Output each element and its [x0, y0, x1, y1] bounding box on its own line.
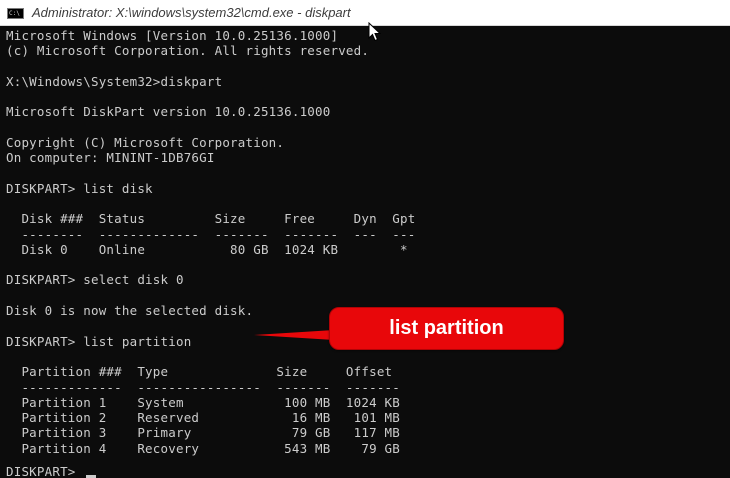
output-line: Disk 0 Online 80 GB 1024 KB *: [6, 242, 408, 257]
output-line: Partition ### Type Size Offset: [6, 364, 393, 379]
mouse-pointer-icon: [368, 22, 382, 42]
window-title: Administrator: X:\windows\system32\cmd.e…: [32, 5, 351, 20]
callout-pointer-line: [254, 330, 334, 340]
output-line: Disk 0 is now the selected disk.: [6, 303, 254, 318]
cmd-icon: C:\: [7, 8, 24, 19]
output-line: Partition 4 Recovery 543 MB 79 GB: [6, 441, 401, 456]
prompt-line: DISKPART> list partition: [6, 334, 192, 349]
output-line: Disk ### Status Size Free Dyn Gpt: [6, 211, 416, 226]
output-line: ------------- ---------------- ------- -…: [6, 380, 401, 395]
output-line: Microsoft DiskPart version 10.0.25136.10…: [6, 104, 331, 119]
output-line: Partition 3 Primary 79 GB 117 MB: [6, 425, 401, 440]
output-line: On computer: MININT-1DB76GI: [6, 150, 215, 165]
prompt-line: DISKPART> list disk: [6, 181, 153, 196]
output-line: Copyright (C) Microsoft Corporation.: [6, 135, 285, 150]
title-bar[interactable]: C:\ Administrator: X:\windows\system32\c…: [0, 0, 730, 26]
console-output[interactable]: Microsoft Windows [Version 10.0.25136.10…: [0, 26, 730, 478]
output-line: -------- ------------- ------- ------- -…: [6, 227, 416, 242]
annotation-callout: list partition: [329, 307, 564, 350]
output-line: (c) Microsoft Corporation. All rights re…: [6, 43, 370, 58]
output-line: X:\Windows\System32>diskpart: [6, 74, 223, 89]
prompt-line: DISKPART> select disk 0: [6, 272, 184, 287]
output-line: Partition 2 Reserved 16 MB 101 MB: [6, 410, 401, 425]
prompt-line: DISKPART>: [6, 464, 97, 478]
output-line: Microsoft Windows [Version 10.0.25136.10…: [6, 28, 339, 43]
output-line: Partition 1 System 100 MB 1024 KB: [6, 395, 401, 410]
